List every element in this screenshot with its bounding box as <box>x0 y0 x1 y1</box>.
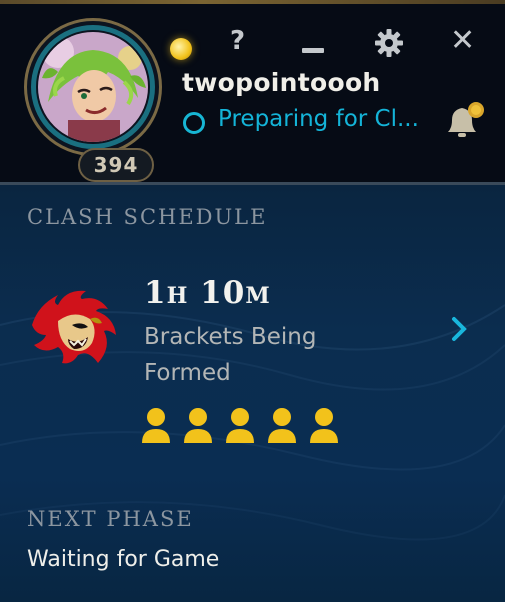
clash-timer: 1H 10M <box>144 275 271 311</box>
orb-icon[interactable] <box>170 38 192 60</box>
next-phase-title: NEXT PHASE <box>27 507 194 531</box>
chevron-right-icon[interactable] <box>450 315 468 343</box>
notification-bell-icon[interactable] <box>444 100 486 140</box>
clash-schedule-title: CLASH SCHEDULE <box>27 205 268 229</box>
close-icon[interactable]: ✕ <box>450 26 475 56</box>
background-waves-icon <box>0 304 505 541</box>
help-icon[interactable]: ? <box>230 28 245 54</box>
player-slot-icon <box>266 407 298 445</box>
next-phase-value: Waiting for Game <box>27 547 220 572</box>
clash-emblem-icon[interactable] <box>28 285 120 369</box>
avatar <box>38 32 148 142</box>
player-slot-icon <box>308 407 340 445</box>
player-slot-icon <box>182 407 214 445</box>
minimize-icon[interactable] <box>302 48 324 53</box>
gear-icon[interactable] <box>374 28 404 58</box>
profile-header: 394 ? ✕ twopointoooh Preparing for Cl... <box>0 4 505 182</box>
team-roster[interactable] <box>140 407 340 447</box>
player-slot-icon <box>224 407 256 445</box>
level-badge: 394 <box>78 148 154 182</box>
status-message[interactable]: Preparing for Cl... <box>218 106 419 132</box>
profile-avatar[interactable]: 394 <box>24 18 162 182</box>
player-slot-icon <box>140 407 172 445</box>
clash-panel: CLASH SCHEDULE 1H 10M Brackets Being For… <box>0 185 505 602</box>
username[interactable]: twopointoooh <box>182 68 381 97</box>
clash-phase-status: Brackets Being Formed <box>144 324 317 386</box>
avatar-portrait-icon <box>38 32 148 142</box>
status-ring-icon <box>183 112 205 134</box>
